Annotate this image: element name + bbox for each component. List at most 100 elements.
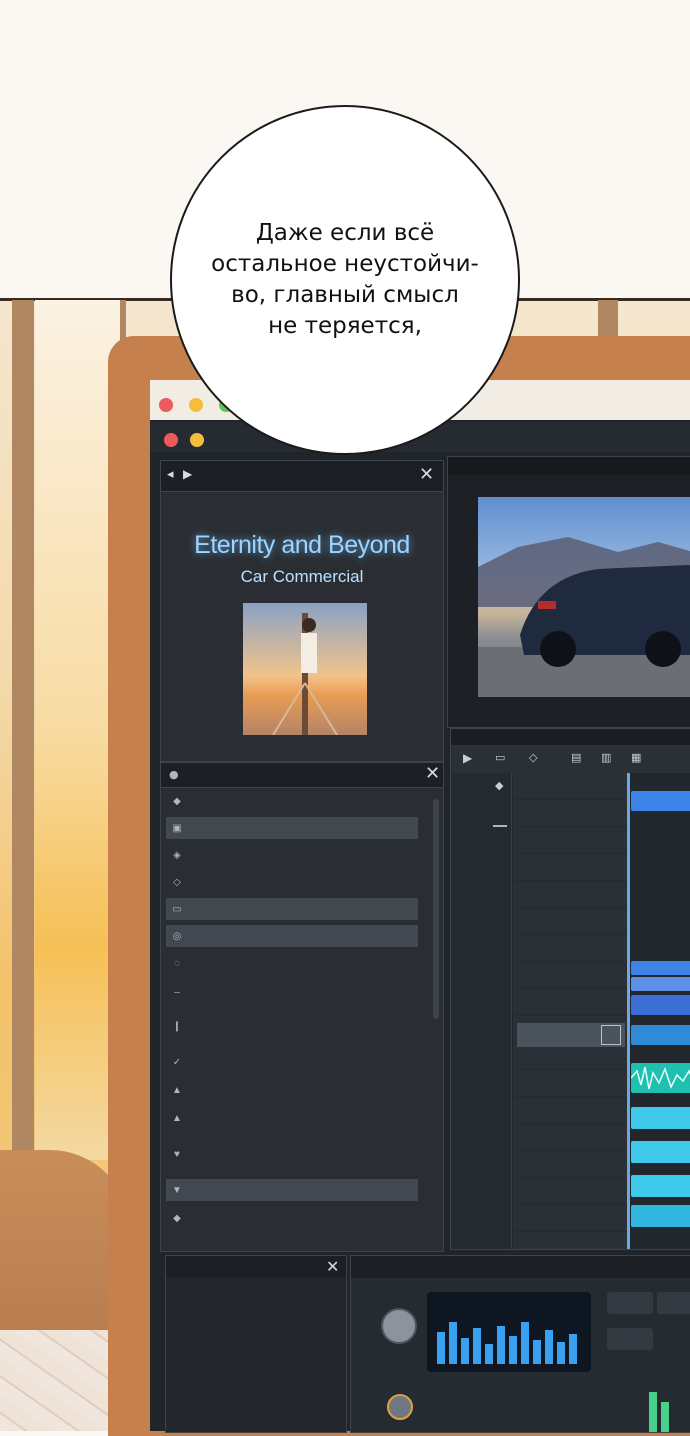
viewer-frame[interactable]	[478, 497, 690, 697]
project-title: Eternity and Beyond	[194, 531, 410, 559]
asset-icon: ▭	[172, 903, 182, 915]
camera-icon[interactable]: ▭	[495, 751, 505, 764]
minimize-button[interactable]	[189, 398, 203, 412]
play-icon[interactable]: ▶	[463, 751, 472, 765]
assets-panel-header: ● ✕	[161, 763, 443, 788]
timeline-clip[interactable]	[631, 995, 690, 1015]
track-toggle[interactable]	[601, 1025, 621, 1045]
asset-icon: ◆	[173, 795, 181, 807]
title-panel: ◂ ▶ ✕ Eternity and Beyond Car Commercial	[160, 460, 444, 762]
timeline-clip[interactable]	[631, 961, 690, 975]
mixer-button[interactable]	[607, 1292, 653, 1314]
mixer-header	[351, 1256, 690, 1278]
list-item[interactable]: ◇	[166, 871, 418, 893]
list-item[interactable]: ◈	[166, 844, 418, 866]
timeline-clip[interactable]	[631, 1205, 690, 1227]
track-divider	[493, 825, 507, 827]
effect-panel-header	[166, 1256, 346, 1278]
viewer-header	[448, 457, 690, 475]
play-icon[interactable]: ▶	[183, 467, 192, 481]
speech-line: Даже если всё	[255, 220, 435, 246]
level-meter-display	[427, 1292, 591, 1372]
window-post-right	[598, 300, 618, 340]
effect-panel: ✕	[165, 1255, 347, 1433]
asset-icon: ❙	[172, 1020, 182, 1032]
list-item[interactable]: ▼	[166, 1179, 418, 1201]
timeline-clip[interactable]	[631, 977, 690, 991]
timeline-clip[interactable]	[631, 1025, 690, 1045]
timeline-clip[interactable]	[631, 791, 690, 811]
list-item[interactable]: ◆	[166, 790, 418, 812]
snap-icon[interactable]: ▤	[571, 751, 581, 764]
asset-icon: ◌	[174, 957, 180, 969]
app-close-button[interactable]	[164, 433, 178, 447]
audio-mixer-panel	[350, 1255, 690, 1433]
list-item[interactable]: ◎	[166, 925, 418, 947]
speech-line: остальное неустойчи-	[211, 251, 479, 277]
speaker-icon[interactable]: ◂	[167, 467, 174, 482]
asset-icon: ▣	[172, 822, 182, 834]
list-item[interactable]: ▭	[166, 898, 418, 920]
asset-icon: ▲	[172, 1084, 182, 1096]
output-meter-right	[661, 1402, 669, 1432]
app-minimize-button[interactable]	[190, 433, 204, 447]
close-icon[interactable]: ✕	[419, 464, 434, 485]
timeline-clip[interactable]	[631, 1175, 690, 1197]
speech-bubble-text: Даже если всё остальное неустойчи- во, г…	[190, 218, 500, 342]
link-icon[interactable]: ▥	[601, 751, 611, 764]
marble-table	[0, 1330, 125, 1431]
asset-icon: ▲	[172, 1112, 182, 1124]
asset-icon: ♥	[174, 1148, 180, 1160]
scrollbar[interactable]	[433, 799, 439, 1019]
lock-icon[interactable]: ◆	[495, 779, 503, 792]
list-item[interactable]: ✓	[166, 1051, 418, 1073]
waveform	[630, 1066, 690, 1090]
list-item[interactable]: ◆	[166, 1207, 418, 1229]
settings-icon[interactable]: ▦	[631, 751, 641, 764]
timeline-panel: ▶ ▭ ◇ ▤ ▥ ▦ ◆	[450, 728, 690, 1250]
timeline-clip[interactable]	[631, 1107, 690, 1129]
viewer-scene	[478, 537, 690, 697]
output-meter-left	[649, 1392, 657, 1432]
close-button[interactable]	[159, 398, 173, 412]
list-item[interactable]: ▣	[166, 817, 418, 839]
asset-icon: ◎	[172, 930, 182, 942]
level-bars	[437, 1322, 577, 1364]
list-item[interactable]: ❙	[166, 1015, 418, 1037]
mixer-button[interactable]	[607, 1328, 653, 1350]
track-area	[513, 773, 629, 1249]
title-panel-header: ◂ ▶ ✕	[161, 461, 443, 492]
timeline-toolbar: ▶ ▭ ◇ ▤ ▥ ▦	[451, 745, 690, 773]
project-subtitle: Car Commercial	[240, 567, 364, 586]
asset-icon: ◇	[173, 876, 181, 888]
close-icon[interactable]: ✕	[326, 1257, 339, 1276]
list-item[interactable]: ▲	[166, 1107, 418, 1129]
panel-menu-icon[interactable]: ●	[169, 768, 179, 781]
playhead[interactable]	[627, 773, 630, 1249]
close-icon[interactable]: ✕	[425, 763, 440, 784]
list-item[interactable]: ▲	[166, 1079, 418, 1101]
volume-knob[interactable]	[381, 1308, 417, 1344]
list-item[interactable]: –	[166, 981, 418, 1003]
marker-icon[interactable]: ◇	[529, 751, 537, 764]
assets-panel: ● ✕ ◆ ▣ ◈ ◇ ▭ ◎ ◌ – ❙ ✓ ▲ ▲ ♥ ▼ ◆	[160, 762, 444, 1252]
list-item[interactable]: ◌	[166, 952, 418, 974]
thumbnail-figure	[272, 613, 338, 736]
asset-icon: ▼	[172, 1184, 182, 1196]
speech-line: не теряется,	[268, 313, 422, 339]
asset-icon: ◆	[173, 1212, 181, 1224]
timeline-clip[interactable]	[631, 1141, 690, 1163]
asset-icon: –	[174, 986, 180, 998]
program-viewer	[447, 456, 690, 728]
asset-icon: ✓	[172, 1056, 182, 1068]
pan-knob[interactable]	[387, 1394, 413, 1420]
list-item[interactable]: ♥	[166, 1143, 418, 1165]
project-thumbnail[interactable]	[243, 603, 367, 736]
timeline-header	[451, 729, 690, 745]
asset-list: ◆ ▣ ◈ ◇ ▭ ◎ ◌ – ❙ ✓ ▲ ▲ ♥ ▼ ◆	[166, 790, 418, 1229]
audio-waveform-clip[interactable]	[630, 1063, 690, 1093]
window-post-left	[12, 300, 34, 1170]
mixer-button[interactable]	[657, 1292, 690, 1314]
asset-icon: ◈	[173, 849, 181, 861]
speech-line: во, главный смысл	[231, 282, 459, 308]
